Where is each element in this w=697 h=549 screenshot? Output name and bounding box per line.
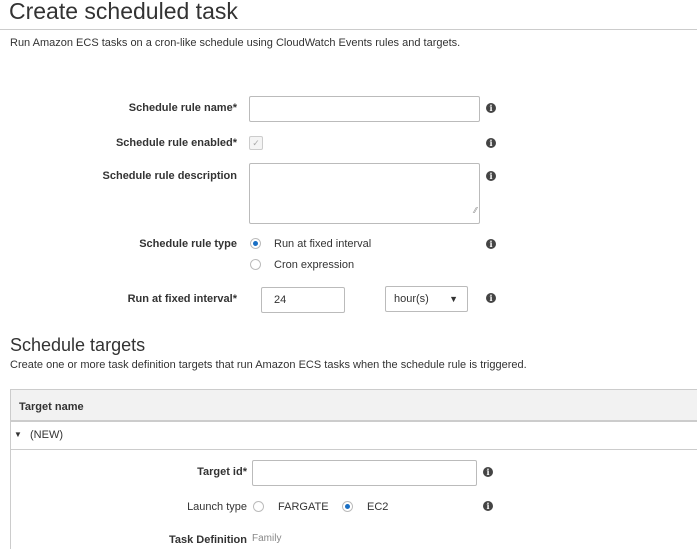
- radio-fixed-interval[interactable]: [250, 238, 261, 249]
- radio-fargate[interactable]: [253, 501, 264, 512]
- interval-unit-select[interactable]: hour(s) ▼: [385, 286, 468, 312]
- table-row[interactable]: ▼ (NEW): [11, 422, 697, 450]
- radio-fixed-interval-label[interactable]: Run at fixed interval: [274, 238, 371, 250]
- info-icon[interactable]: i: [486, 138, 496, 148]
- task-definition-label: Task Definition: [168, 534, 247, 546]
- page-title: Create scheduled task: [9, 0, 238, 24]
- info-icon[interactable]: i: [486, 293, 496, 303]
- info-icon[interactable]: i: [486, 103, 496, 113]
- rule-enabled-checkbox[interactable]: ✓: [249, 136, 263, 150]
- radio-ec2[interactable]: [342, 501, 353, 512]
- rule-name-input[interactable]: [249, 96, 480, 122]
- target-id-input[interactable]: [252, 460, 477, 486]
- divider: [0, 29, 697, 30]
- section-title: Schedule targets: [10, 335, 146, 355]
- rule-enabled-label: Schedule rule enabled*: [115, 137, 237, 149]
- radio-fargate-label[interactable]: FARGATE: [278, 501, 329, 513]
- chevron-down-icon: ▼: [449, 294, 458, 304]
- info-icon[interactable]: i: [483, 501, 493, 511]
- radio-cron-expression-label[interactable]: Cron expression: [274, 259, 354, 271]
- row-name: (NEW): [30, 429, 63, 441]
- rule-type-label: Schedule rule type: [139, 238, 237, 250]
- family-label: Family: [252, 533, 282, 544]
- radio-cron-expression[interactable]: [250, 259, 261, 270]
- section-subtitle: Create one or more task definition targe…: [10, 359, 527, 371]
- resize-handle-icon[interactable]: ⁄⁄: [474, 199, 477, 223]
- info-icon[interactable]: i: [486, 239, 496, 249]
- info-icon[interactable]: i: [486, 171, 496, 181]
- caret-down-icon[interactable]: ▼: [14, 430, 22, 439]
- rule-description-textarea[interactable]: ⁄⁄: [249, 163, 480, 224]
- rule-name-label: Schedule rule name*: [128, 102, 237, 114]
- page-subtitle: Run Amazon ECS tasks on a cron-like sche…: [10, 37, 461, 49]
- rule-description-label: Schedule rule description: [102, 170, 237, 182]
- target-id-label: Target id*: [197, 466, 247, 478]
- radio-ec2-label[interactable]: EC2: [367, 501, 388, 513]
- interval-input[interactable]: 24: [261, 287, 345, 313]
- interval-unit-value: hour(s): [394, 293, 429, 305]
- table-header: Target name: [11, 389, 697, 422]
- interval-label: Run at fixed interval*: [127, 293, 237, 305]
- launch-type-label: Launch type: [187, 501, 247, 513]
- info-icon[interactable]: i: [483, 467, 493, 477]
- column-target-name: Target name: [19, 401, 84, 413]
